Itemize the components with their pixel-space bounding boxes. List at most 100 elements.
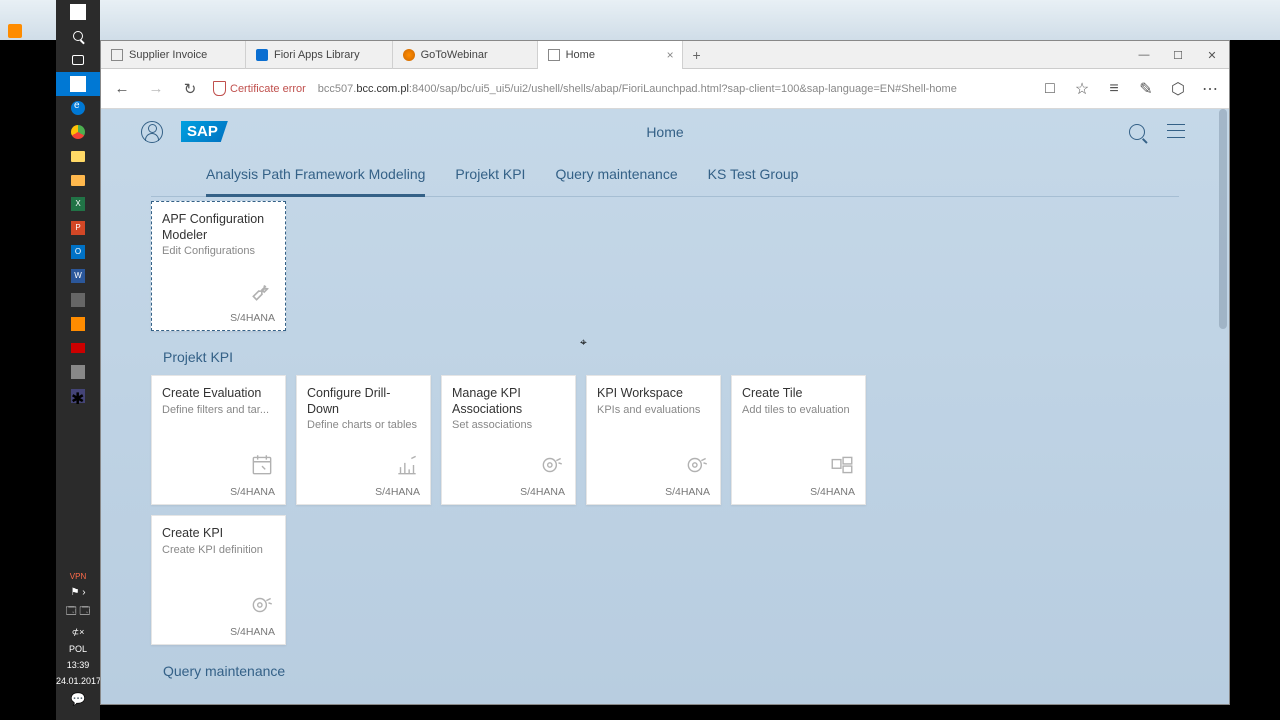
excel-icon[interactable]: X <box>56 192 100 216</box>
address-bar: ← → ↻ Certificate error bcc507.bcc.com.p… <box>101 69 1229 109</box>
reading-view-icon[interactable]: □ <box>1041 80 1059 98</box>
tile-footer: S/4HANA <box>230 486 275 498</box>
chart-icon <box>394 452 420 478</box>
tile-title: KPI Workspace <box>597 386 712 402</box>
app-icon-5[interactable]: ✱ <box>56 384 100 408</box>
app-icon-2[interactable] <box>56 312 100 336</box>
language-indicator[interactable]: POL <box>56 644 100 654</box>
tile-title: Manage KPI Associations <box>452 386 567 417</box>
tile-create-kpi[interactable]: Create KPICreate KPI definitionS/4HANA <box>151 515 286 645</box>
tile-footer: S/4HANA <box>520 486 565 498</box>
tile-apf-configuration-modeler[interactable]: APF Configuration Modeler Edit Configura… <box>151 201 286 331</box>
app-icon-4[interactable] <box>56 360 100 384</box>
explorer-icon[interactable] <box>56 144 100 168</box>
powerpoint-icon[interactable]: P <box>56 216 100 240</box>
calendar-icon <box>249 452 275 478</box>
group-tabs: Analysis Path Framework Modeling Projekt… <box>151 154 1179 197</box>
tab-label: Fiori Apps Library <box>274 49 360 61</box>
share-icon[interactable]: ⬡ <box>1169 80 1187 98</box>
tile-title: Configure Drill-Down <box>307 386 422 417</box>
tile-subtitle: Define filters and tar... <box>162 404 277 416</box>
tile-icon <box>829 452 855 478</box>
windows-taskbar: X P O W ✱ VPN ⚑ › 🗔 🗔 ⊄× POL 13:39 24.01… <box>56 0 100 720</box>
word-icon[interactable]: W <box>56 264 100 288</box>
group-title-query-maintenance: Query maintenance <box>163 663 1179 679</box>
tile-title: APF Configuration Modeler <box>162 212 277 243</box>
tab-gotowebinar[interactable]: GoToWebinar <box>393 41 538 69</box>
fiori-launchpad: SAP Home Analysis Path Framework Modelin… <box>101 109 1229 704</box>
app-icon <box>8 24 22 38</box>
taskbar-app-active[interactable] <box>56 72 100 96</box>
tile-kpi-workspace[interactable]: KPI Workspace KPIs and evaluations S/4HANA <box>586 375 721 505</box>
search-icon[interactable] <box>1129 124 1145 140</box>
tray-icons[interactable]: ⚑ › <box>56 587 100 598</box>
app-icon-3[interactable] <box>56 336 100 360</box>
tile-title: Create Evaluation <box>162 386 277 402</box>
scrollbar[interactable] <box>1219 109 1227 329</box>
task-view-button[interactable] <box>56 48 100 72</box>
tile-create-evaluation[interactable]: Create Evaluation Define filters and tar.… <box>151 375 286 505</box>
vpn-label: VPN <box>56 572 100 581</box>
clock-date: 24.01.2017 <box>56 676 100 686</box>
wrench-icon <box>249 278 275 304</box>
tab-ks-test-group[interactable]: KS Test Group <box>708 166 799 196</box>
page-title: Home <box>646 124 683 140</box>
tab-projekt-kpi[interactable]: Projekt KPI <box>455 166 525 196</box>
maximize-button[interactable]: ☐ <box>1161 41 1195 69</box>
close-tab-icon[interactable]: × <box>667 48 674 62</box>
forward-button[interactable]: → <box>145 78 167 100</box>
shield-icon <box>213 81 226 96</box>
tile-subtitle: Create KPI definition <box>162 544 277 556</box>
cursor-icon: ⌖ <box>580 335 587 350</box>
user-icon[interactable] <box>141 121 163 143</box>
tile-footer: S/4HANA <box>230 626 275 638</box>
volume-icon[interactable]: ⊄× <box>56 627 100 638</box>
refresh-button[interactable]: ↻ <box>179 78 201 100</box>
tile-subtitle: Define charts or tables <box>307 419 422 431</box>
more-icon[interactable]: ⋯ <box>1201 80 1219 98</box>
close-button[interactable]: ✕ <box>1195 41 1229 69</box>
target-icon <box>684 452 710 478</box>
tile-manage-kpi-associations[interactable]: Manage KPI Associations Set associations S… <box>441 375 576 505</box>
tile-footer: S/4HANA <box>665 486 710 498</box>
back-button[interactable]: ← <box>111 78 133 100</box>
tile-subtitle: KPIs and evaluations <box>597 404 712 416</box>
target-icon <box>249 592 275 618</box>
url-display[interactable]: bcc507.bcc.com.pl:8400/sap/bc/ui5_ui5/ui… <box>318 83 1029 95</box>
tray-icons-2[interactable]: 🗔 🗔 <box>56 604 100 621</box>
page-icon <box>256 49 268 61</box>
notes-icon[interactable]: ✎ <box>1137 80 1155 98</box>
notification-icon[interactable]: 💬 <box>56 692 100 706</box>
menu-icon[interactable] <box>1167 124 1185 138</box>
start-button[interactable] <box>56 0 100 24</box>
tab-label: GoToWebinar <box>421 49 488 61</box>
tile-configure-drill-down[interactable]: Configure Drill-Down Define charts or tab… <box>296 375 431 505</box>
tile-title: Create Tile <box>742 386 857 402</box>
tile-subtitle: Add tiles to evaluation <box>742 404 857 416</box>
outlook-icon[interactable]: O <box>56 240 100 264</box>
tile-subtitle: Set associations <box>452 419 567 431</box>
tab-apf-modeling[interactable]: Analysis Path Framework Modeling <box>206 166 425 197</box>
tab-home[interactable]: Home× <box>538 41 683 69</box>
app-icon-1[interactable] <box>56 288 100 312</box>
content-area: APF Configuration Modeler Edit Configura… <box>101 197 1229 693</box>
tile-footer: S/4HANA <box>375 486 420 498</box>
tab-supplier-invoice[interactable]: Supplier Invoice <box>101 41 246 69</box>
minimize-button[interactable]: — <box>1127 41 1161 69</box>
hub-icon[interactable]: ≡ <box>1105 80 1123 98</box>
page-icon <box>111 49 123 61</box>
new-tab-button[interactable]: + <box>683 41 711 69</box>
certificate-error[interactable]: Certificate error <box>213 81 306 96</box>
sap-logo: SAP <box>181 121 228 142</box>
search-button[interactable] <box>56 24 100 48</box>
folder-icon[interactable] <box>56 168 100 192</box>
tile-footer: S/4HANA <box>810 486 855 498</box>
edge-icon[interactable] <box>56 96 100 120</box>
target-icon <box>539 452 565 478</box>
favorites-icon[interactable]: ☆ <box>1073 80 1091 98</box>
tile-create-tile[interactable]: Create Tile Add tiles to evaluation S/4HAN… <box>731 375 866 505</box>
clock-time[interactable]: 13:39 <box>56 660 100 670</box>
tab-query-maintenance[interactable]: Query maintenance <box>555 166 677 196</box>
tab-fiori-apps-library[interactable]: Fiori Apps Library <box>246 41 393 69</box>
chrome-icon[interactable] <box>56 120 100 144</box>
